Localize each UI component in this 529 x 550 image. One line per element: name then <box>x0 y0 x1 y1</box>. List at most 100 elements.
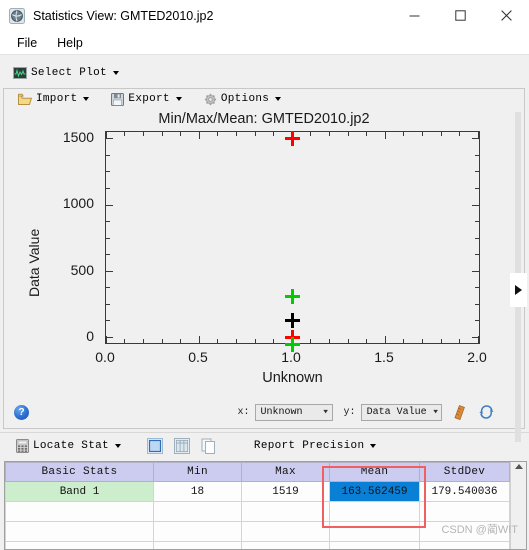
x-selector-label: x: <box>237 406 250 418</box>
options-button[interactable]: Options <box>200 91 285 108</box>
table-row[interactable]: Band 1 18 1519 163.562459 179.540036 <box>5 481 510 502</box>
cell-empty[interactable] <box>329 521 420 542</box>
watermark: CSDN @蔺WIT <box>441 524 518 536</box>
cell-empty[interactable] <box>153 501 242 522</box>
x-tick-label: 0.0 <box>95 349 115 365</box>
app-globe-icon <box>9 7 25 24</box>
import-label: Import <box>36 93 78 105</box>
locate-stat-label: Locate Stat <box>33 440 109 452</box>
select-plot-button[interactable]: Select Plot <box>9 65 123 81</box>
cell-empty[interactable] <box>153 521 242 542</box>
select-all-button[interactable] <box>147 438 164 455</box>
copy-icon <box>201 438 216 454</box>
help-icon[interactable]: ? <box>14 404 29 420</box>
table-row[interactable] <box>5 521 510 542</box>
window-title: Statistics View: GMTED2010.jp2 <box>33 8 214 23</box>
table-row[interactable] <box>5 541 510 549</box>
x-axis-select[interactable]: Unknown ▾ <box>254 403 333 421</box>
cell-empty[interactable] <box>419 501 510 522</box>
column-header-basic-stats[interactable]: Basic Stats <box>5 462 154 482</box>
select-plot-label: Select Plot <box>31 67 107 79</box>
data-marker-max <box>285 131 300 146</box>
y-axis-label: Data Value <box>26 228 42 297</box>
arrow-right-icon <box>515 285 522 295</box>
x-tick-label: 0.5 <box>188 349 208 365</box>
x-tick-label: 1.0 <box>281 349 301 365</box>
waveform-icon <box>13 67 27 79</box>
maximize-icon <box>454 10 466 21</box>
y-tick-label: 1500 <box>62 129 94 145</box>
refresh-icon[interactable] <box>479 405 494 419</box>
plot-toolbar: Import Export Options <box>4 89 524 109</box>
report-precision-label: Report Precision <box>253 440 365 452</box>
locate-stat-button[interactable]: Locate Stat <box>12 437 125 455</box>
cell-empty[interactable] <box>419 541 510 549</box>
cell-mean[interactable]: 163.562459 <box>329 481 420 502</box>
x-tick-label: 2.0 <box>467 349 487 365</box>
chevron-down-icon <box>370 444 377 448</box>
chevron-down-icon <box>83 97 90 101</box>
report-precision-button[interactable]: Report Precision <box>250 438 380 454</box>
stats-table-container: Basic Stats Min Max Mean StdDev Band 1 1… <box>4 461 527 550</box>
close-icon <box>500 10 512 21</box>
maximize-button[interactable] <box>437 0 483 31</box>
splitter-collapse-button[interactable] <box>510 273 527 307</box>
select-plot-toolbar: Select Plot <box>0 60 529 86</box>
menu-bar: File Help <box>0 31 529 54</box>
x-axis-label: Unknown <box>262 370 323 386</box>
gear-icon <box>204 93 216 105</box>
column-header-min[interactable]: Min <box>153 462 242 482</box>
cell-empty[interactable] <box>329 501 420 522</box>
y-tick-label: 1000 <box>62 195 94 211</box>
cell-empty[interactable] <box>5 521 154 542</box>
title-bar: Statistics View: GMTED2010.jp2 <box>0 0 529 31</box>
axis-controls: x: Unknown ▾ y: Data Value ▾ <box>237 403 494 421</box>
cell-empty[interactable] <box>241 501 330 522</box>
cell-empty[interactable] <box>153 541 242 549</box>
calculator-icon <box>16 439 29 453</box>
chevron-down-icon: ▾ <box>322 407 330 417</box>
export-label: Export <box>128 93 170 105</box>
chevron-down-icon <box>275 97 282 101</box>
statistics-view-window: Statistics View: GMTED2010.jp2 File Help… <box>0 0 529 550</box>
copy-button[interactable] <box>201 438 218 455</box>
import-button[interactable]: Import <box>14 91 93 108</box>
cell-empty[interactable] <box>5 501 154 522</box>
chart-title: Min/Max/Mean: GMTED2010.jp2 <box>158 111 370 127</box>
x-axis-select-value: Unknown <box>260 406 303 418</box>
table-row[interactable] <box>5 501 510 522</box>
cell-min[interactable]: 18 <box>153 481 242 502</box>
minimize-icon <box>409 15 419 17</box>
options-label: Options <box>220 93 270 105</box>
cell-stddev[interactable]: 179.540036 <box>419 481 510 502</box>
chevron-down-icon: ▾ <box>431 407 439 417</box>
table-view-button[interactable] <box>174 438 191 455</box>
close-button[interactable] <box>483 0 529 31</box>
cell-empty[interactable] <box>241 541 330 549</box>
data-ruler-icon[interactable] <box>452 404 467 420</box>
stats-table: Basic Stats Min Max Mean StdDev Band 1 1… <box>5 462 510 549</box>
column-header-stddev[interactable]: StdDev <box>419 462 510 482</box>
minimize-button[interactable] <box>391 0 437 31</box>
y-axis-select[interactable]: Data Value ▾ <box>360 403 442 421</box>
window-controls <box>391 0 529 31</box>
cell-band-name[interactable]: Band 1 <box>5 481 154 502</box>
cell-empty[interactable] <box>5 541 154 549</box>
column-header-max[interactable]: Max <box>241 462 330 482</box>
cell-empty[interactable] <box>241 521 330 542</box>
menu-item-file[interactable]: File <box>8 34 46 52</box>
cell-empty[interactable] <box>329 541 420 549</box>
y-tick-label: 0 <box>86 328 94 344</box>
export-button[interactable]: Export <box>107 91 185 108</box>
column-header-mean[interactable]: Mean <box>329 462 420 482</box>
data-marker-median <box>285 313 300 328</box>
axis-selector-row: ? x: Unknown ▾ y: Data Value ▾ <box>4 400 524 424</box>
y-selector-label: y: <box>343 406 356 418</box>
y-axis-select-value: Data Value <box>366 406 427 418</box>
menu-item-help[interactable]: Help <box>48 34 92 52</box>
y-tick-label: 500 <box>70 262 94 278</box>
cell-max[interactable]: 1519 <box>241 481 330 502</box>
select-all-icon <box>147 438 164 454</box>
floppy-disk-icon <box>111 92 125 106</box>
open-folder-icon <box>18 93 32 105</box>
